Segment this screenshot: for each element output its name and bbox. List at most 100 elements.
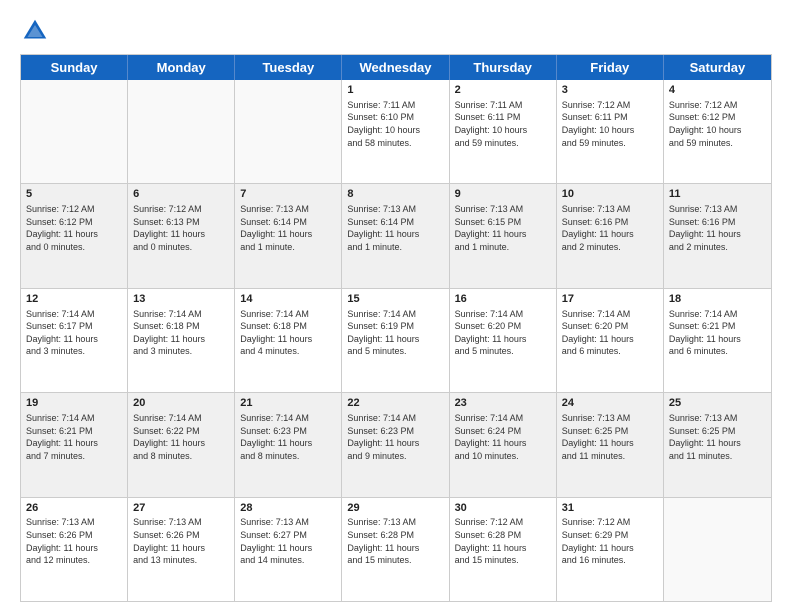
calendar-header: SundayMondayTuesdayWednesdayThursdayFrid… xyxy=(21,55,771,80)
day-number: 30 xyxy=(455,501,551,516)
day-cell-22: 22Sunrise: 7:14 AM Sunset: 6:23 PM Dayli… xyxy=(342,393,449,496)
day-number: 8 xyxy=(347,187,443,202)
day-cell-29: 29Sunrise: 7:13 AM Sunset: 6:28 PM Dayli… xyxy=(342,498,449,601)
day-number: 5 xyxy=(26,187,122,202)
day-cell-17: 17Sunrise: 7:14 AM Sunset: 6:20 PM Dayli… xyxy=(557,289,664,392)
day-cell-21: 21Sunrise: 7:14 AM Sunset: 6:23 PM Dayli… xyxy=(235,393,342,496)
day-info: Sunrise: 7:14 AM Sunset: 6:21 PM Dayligh… xyxy=(669,308,766,358)
weekday-header-wednesday: Wednesday xyxy=(342,55,449,80)
calendar-row-4: 19Sunrise: 7:14 AM Sunset: 6:21 PM Dayli… xyxy=(21,392,771,496)
day-info: Sunrise: 7:13 AM Sunset: 6:16 PM Dayligh… xyxy=(562,203,658,253)
day-number: 18 xyxy=(669,292,766,307)
day-number: 1 xyxy=(347,83,443,98)
day-number: 19 xyxy=(26,396,122,411)
day-info: Sunrise: 7:13 AM Sunset: 6:26 PM Dayligh… xyxy=(133,516,229,566)
day-info: Sunrise: 7:13 AM Sunset: 6:14 PM Dayligh… xyxy=(240,203,336,253)
day-cell-8: 8Sunrise: 7:13 AM Sunset: 6:14 PM Daylig… xyxy=(342,184,449,287)
weekday-header-thursday: Thursday xyxy=(450,55,557,80)
weekday-header-tuesday: Tuesday xyxy=(235,55,342,80)
day-info: Sunrise: 7:14 AM Sunset: 6:18 PM Dayligh… xyxy=(240,308,336,358)
day-number: 9 xyxy=(455,187,551,202)
day-info: Sunrise: 7:14 AM Sunset: 6:19 PM Dayligh… xyxy=(347,308,443,358)
calendar: SundayMondayTuesdayWednesdayThursdayFrid… xyxy=(20,54,772,602)
calendar-row-5: 26 Sunrise: 7:13 AM Sunset: 6:26 PM Dayli… xyxy=(21,497,771,601)
day-cell-27: 27Sunrise: 7:13 AM Sunset: 6:26 PM Dayli… xyxy=(128,498,235,601)
day-cell-4: 4Sunrise: 7:12 AM Sunset: 6:12 PM Daylig… xyxy=(664,80,771,183)
day-number: 29 xyxy=(347,501,443,516)
day-cell-13: 13Sunrise: 7:14 AM Sunset: 6:18 PM Dayli… xyxy=(128,289,235,392)
day-number: 12 xyxy=(26,292,122,307)
day-cell-6: 6Sunrise: 7:12 AM Sunset: 6:13 PM Daylig… xyxy=(128,184,235,287)
day-cell-15: 15Sunrise: 7:14 AM Sunset: 6:19 PM Dayli… xyxy=(342,289,449,392)
day-info: Sunrise: 7:12 AM Sunset: 6:29 PM Dayligh… xyxy=(562,516,658,566)
day-cell-31: 31Sunrise: 7:12 AM Sunset: 6:29 PM Dayli… xyxy=(557,498,664,601)
day-cell-26: 26Sunrise: 7:13 AM Sunset: 6:26 PM Dayli… xyxy=(21,498,128,601)
calendar-row-1: 1Sunrise: 7:11 AM Sunset: 6:10 PM Daylig… xyxy=(21,80,771,183)
weekday-header-sunday: Sunday xyxy=(21,55,128,80)
day-number: 31 xyxy=(562,501,658,516)
day-number: 13 xyxy=(133,292,229,307)
day-info: Sunrise: 7:12 AM Sunset: 6:11 PM Dayligh… xyxy=(562,99,658,149)
day-number: 2 xyxy=(455,83,551,98)
day-cell-empty xyxy=(235,80,342,183)
day-info: Sunrise: 7:14 AM Sunset: 6:23 PM Dayligh… xyxy=(347,412,443,462)
day-cell-19: 19Sunrise: 7:14 AM Sunset: 6:21 PM Dayli… xyxy=(21,393,128,496)
day-info: Sunrise: 7:13 AM Sunset: 6:15 PM Dayligh… xyxy=(455,203,551,253)
day-number: 27 xyxy=(133,501,229,516)
day-number: 24 xyxy=(562,396,658,411)
weekday-header-friday: Friday xyxy=(557,55,664,80)
day-cell-empty xyxy=(128,80,235,183)
day-info: Sunrise: 7:12 AM Sunset: 6:12 PM Dayligh… xyxy=(26,203,122,253)
day-number: 10 xyxy=(562,187,658,202)
day-number: 11 xyxy=(669,187,766,202)
day-number: 15 xyxy=(347,292,443,307)
day-cell-9: 9Sunrise: 7:13 AM Sunset: 6:15 PM Daylig… xyxy=(450,184,557,287)
calendar-body: 1Sunrise: 7:11 AM Sunset: 6:10 PM Daylig… xyxy=(21,80,771,601)
day-cell-2: 2Sunrise: 7:11 AM Sunset: 6:11 PM Daylig… xyxy=(450,80,557,183)
day-info: Sunrise: 7:13 AM Sunset: 6:14 PM Dayligh… xyxy=(347,203,443,253)
day-cell-20: 20Sunrise: 7:14 AM Sunset: 6:22 PM Dayli… xyxy=(128,393,235,496)
day-number: 16 xyxy=(455,292,551,307)
logo-icon xyxy=(20,16,50,46)
day-number: 4 xyxy=(669,83,766,98)
day-number: 21 xyxy=(240,396,336,411)
day-info: Sunrise: 7:13 AM Sunset: 6:27 PM Dayligh… xyxy=(240,516,336,566)
day-info: Sunrise: 7:14 AM Sunset: 6:24 PM Dayligh… xyxy=(455,412,551,462)
day-info: Sunrise: 7:14 AM Sunset: 6:20 PM Dayligh… xyxy=(455,308,551,358)
day-cell-3: 3Sunrise: 7:12 AM Sunset: 6:11 PM Daylig… xyxy=(557,80,664,183)
day-info: Sunrise: 7:12 AM Sunset: 6:28 PM Dayligh… xyxy=(455,516,551,566)
day-info: Sunrise: 7:12 AM Sunset: 6:13 PM Dayligh… xyxy=(133,203,229,253)
day-cell-28: 28Sunrise: 7:13 AM Sunset: 6:27 PM Dayli… xyxy=(235,498,342,601)
day-cell-18: 18Sunrise: 7:14 AM Sunset: 6:21 PM Dayli… xyxy=(664,289,771,392)
day-info: Sunrise: 7:14 AM Sunset: 6:17 PM Dayligh… xyxy=(26,308,122,358)
day-info: Sunrise: 7:14 AM Sunset: 6:22 PM Dayligh… xyxy=(133,412,229,462)
weekday-header-monday: Monday xyxy=(128,55,235,80)
day-number: 3 xyxy=(562,83,658,98)
weekday-header-saturday: Saturday xyxy=(664,55,771,80)
day-info: Sunrise: 7:13 AM Sunset: 6:25 PM Dayligh… xyxy=(669,412,766,462)
day-number: 28 xyxy=(240,501,336,516)
day-cell-30: 30Sunrise: 7:12 AM Sunset: 6:28 PM Dayli… xyxy=(450,498,557,601)
day-cell-25: 25Sunrise: 7:13 AM Sunset: 6:25 PM Dayli… xyxy=(664,393,771,496)
day-number: 25 xyxy=(669,396,766,411)
day-cell-5: 5Sunrise: 7:12 AM Sunset: 6:12 PM Daylig… xyxy=(21,184,128,287)
day-info: Sunrise: 7:13 AM Sunset: 6:28 PM Dayligh… xyxy=(347,516,443,566)
day-cell-7: 7Sunrise: 7:13 AM Sunset: 6:14 PM Daylig… xyxy=(235,184,342,287)
calendar-row-2: 5Sunrise: 7:12 AM Sunset: 6:12 PM Daylig… xyxy=(21,183,771,287)
calendar-row-3: 12Sunrise: 7:14 AM Sunset: 6:17 PM Dayli… xyxy=(21,288,771,392)
day-number: 17 xyxy=(562,292,658,307)
day-cell-11: 11Sunrise: 7:13 AM Sunset: 6:16 PM Dayli… xyxy=(664,184,771,287)
day-cell-empty xyxy=(664,498,771,601)
day-number: 22 xyxy=(347,396,443,411)
day-cell-1: 1Sunrise: 7:11 AM Sunset: 6:10 PM Daylig… xyxy=(342,80,449,183)
day-cell-14: 14Sunrise: 7:14 AM Sunset: 6:18 PM Dayli… xyxy=(235,289,342,392)
day-cell-10: 10Sunrise: 7:13 AM Sunset: 6:16 PM Dayli… xyxy=(557,184,664,287)
day-cell-24: 24Sunrise: 7:13 AM Sunset: 6:25 PM Dayli… xyxy=(557,393,664,496)
day-cell-empty xyxy=(21,80,128,183)
day-number: 14 xyxy=(240,292,336,307)
day-number: 6 xyxy=(133,187,229,202)
day-number: 26 xyxy=(26,501,122,516)
day-info: Sunrise: 7:11 AM Sunset: 6:11 PM Dayligh… xyxy=(455,99,551,149)
day-info: Sunrise: 7:14 AM Sunset: 6:23 PM Dayligh… xyxy=(240,412,336,462)
day-cell-12: 12Sunrise: 7:14 AM Sunset: 6:17 PM Dayli… xyxy=(21,289,128,392)
